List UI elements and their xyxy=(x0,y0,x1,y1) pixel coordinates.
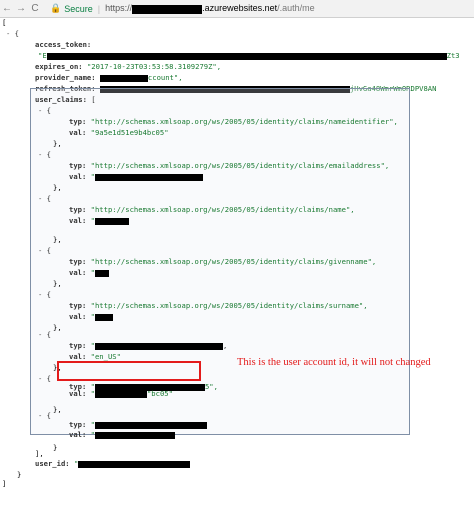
claim-close: }, xyxy=(53,279,62,288)
url-field[interactable]: https:// .azurewebsites.net/.auth/me xyxy=(105,3,315,14)
url-domain: .azurewebsites.net xyxy=(202,3,278,14)
url-path: /.auth/me xyxy=(277,3,315,14)
forward-icon[interactable]: → xyxy=(14,3,28,14)
access-token-key: access_token: xyxy=(35,40,92,49)
claim-typ: typ: "http://schemas.xmlsoap.org/ws/2005… xyxy=(69,257,377,266)
givenname-redaction xyxy=(94,269,109,277)
claim-typ: typ: ", xyxy=(69,341,228,350)
claim-typ: typ: "http://schemas.xmlsoap.org/ws/2005… xyxy=(69,301,368,310)
claim-close-last: } xyxy=(53,443,58,452)
claim-close: }, xyxy=(53,183,62,192)
claim-open: - { xyxy=(38,194,51,203)
claim-open: - { xyxy=(38,411,51,420)
claim-val: val: " xyxy=(69,172,203,183)
provider-redaction xyxy=(99,74,148,82)
claim-val: val: " xyxy=(69,216,129,227)
claim-close: }, xyxy=(53,405,62,414)
claim-typ: typ: "http://schemas.xmlsoap.org/ws/2005… xyxy=(69,117,398,126)
address-bar: ← → C 🔒 Secure | https:// .azurewebsites.… xyxy=(0,0,474,18)
secure-label: Secure xyxy=(64,3,93,14)
annotation-text: This is the user account id, it will not… xyxy=(237,357,431,368)
claim-val: val: " xyxy=(69,430,175,441)
claim-open: - { xyxy=(38,374,51,383)
claim-open: - { xyxy=(38,330,51,339)
claim-val: val: " xyxy=(69,268,109,279)
user-claims-key: user_claims: [ xyxy=(35,95,96,104)
locale-typ-redaction xyxy=(94,342,223,350)
claim-typ: typ: "http://schemas.xmlsoap.org/ws/2005… xyxy=(69,161,390,170)
reload-icon[interactable]: C xyxy=(28,3,42,14)
user-id-row: user_id: " xyxy=(35,459,191,470)
root-object-close: } xyxy=(17,470,22,479)
close-bracket: ] xyxy=(2,479,7,488)
url-redaction xyxy=(132,4,203,14)
provider-name-row: provider_name: ccount", xyxy=(35,73,183,82)
claim-open: - { xyxy=(38,106,51,115)
claim-close: }, xyxy=(53,235,62,244)
last-typ-redaction xyxy=(94,421,207,429)
access-token-redaction xyxy=(46,52,447,60)
root-object-open: - { xyxy=(6,29,19,38)
claim-open: - { xyxy=(38,290,51,299)
lock-icon: 🔒 xyxy=(50,3,62,13)
account-id-highlight-box xyxy=(57,361,201,381)
claim-open: - { xyxy=(38,150,51,159)
account-id-redaction xyxy=(94,390,147,398)
expires-on-row: expires_on: "2017-10-23T03:53:58.3109279… xyxy=(35,62,222,71)
claim-close: }, xyxy=(53,323,62,332)
access-token-value: "E Zt3 xyxy=(38,51,460,60)
claim-open: - { xyxy=(38,246,51,255)
separator: | xyxy=(97,3,101,14)
claim-val: val: " xyxy=(69,312,113,323)
user-id-redaction xyxy=(78,460,191,468)
email-redaction xyxy=(94,173,203,181)
url-prefix: https:// xyxy=(105,3,133,14)
user-account-id-val: val: " "bc05" xyxy=(69,389,173,398)
claim-typ: typ: "http://schemas.xmlsoap.org/ws/2005… xyxy=(69,205,355,214)
back-icon[interactable]: ← xyxy=(0,3,14,14)
collapse-toggle[interactable]: - xyxy=(6,29,10,38)
claim-close: }, xyxy=(53,139,62,148)
last-val-redaction xyxy=(94,431,175,439)
claim-val: val: "9a5e1d51e9b4bc05" xyxy=(69,128,169,137)
surname-redaction xyxy=(94,313,113,321)
open-bracket: [ xyxy=(2,18,7,27)
name-redaction xyxy=(94,217,129,225)
